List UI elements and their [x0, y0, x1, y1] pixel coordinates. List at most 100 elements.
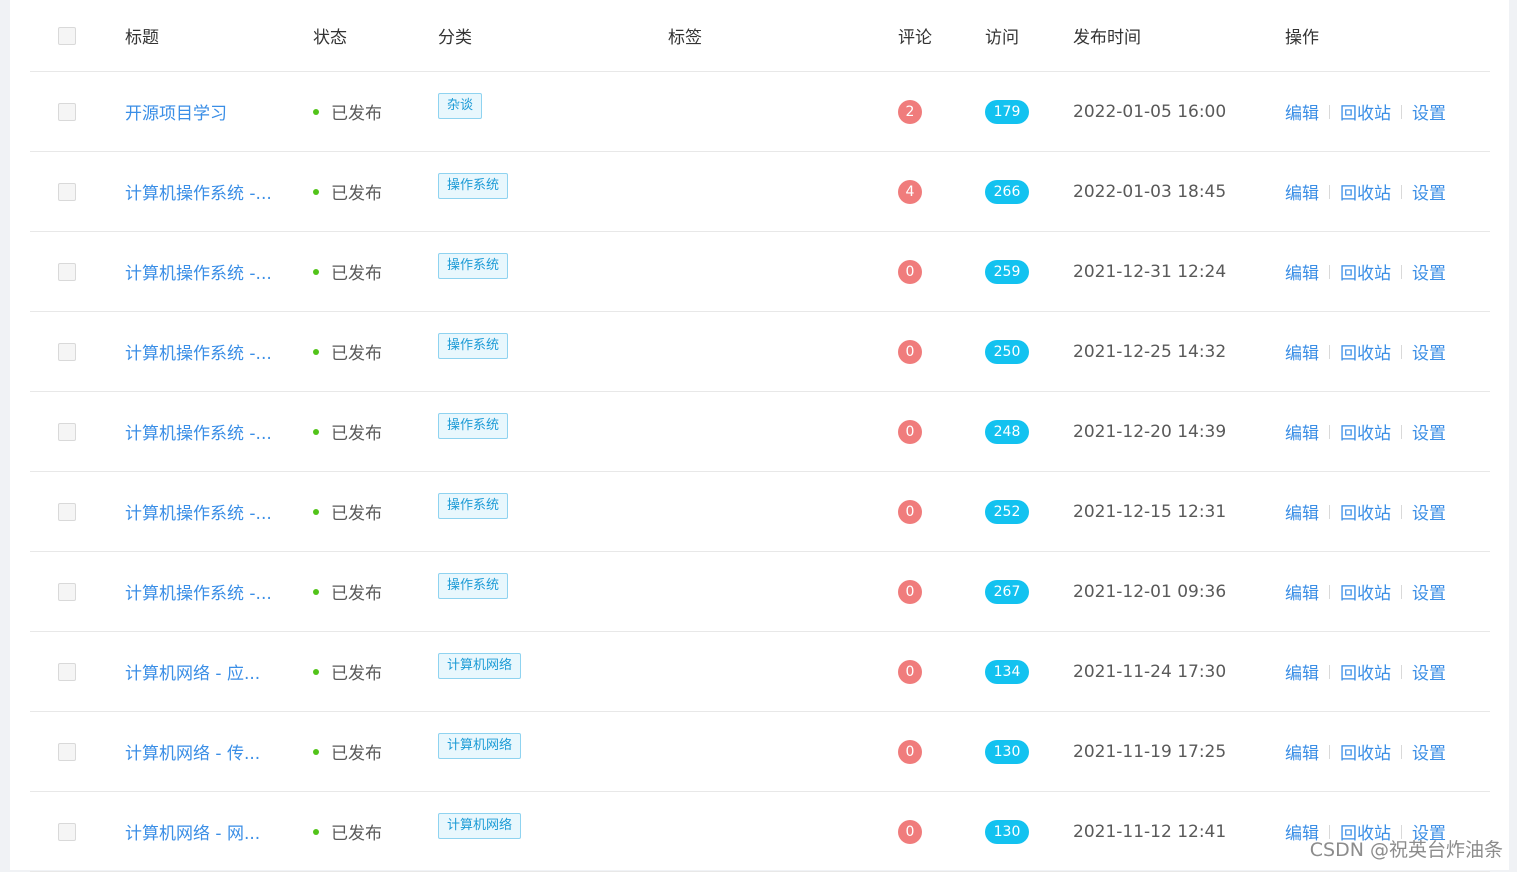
settings-link[interactable]: 设置	[1412, 579, 1446, 604]
recycle-link[interactable]: 回收站	[1340, 659, 1391, 684]
settings-link[interactable]: 设置	[1412, 659, 1446, 684]
header-publish-time: 发布时间	[1073, 28, 1141, 48]
publish-time-cell: 2021-12-31 12:24	[1073, 232, 1226, 311]
edit-link[interactable]: 编辑	[1285, 499, 1319, 524]
row-select-cell	[58, 632, 76, 711]
comment-count-badge: 4	[898, 179, 922, 204]
edit-link[interactable]: 编辑	[1285, 179, 1319, 204]
recycle-link[interactable]: 回收站	[1340, 339, 1391, 364]
settings-link[interactable]: 设置	[1412, 499, 1446, 524]
publish-time-cell: 2022-01-03 18:45	[1073, 152, 1226, 231]
recycle-link[interactable]: 回收站	[1340, 579, 1391, 604]
edit-link[interactable]: 编辑	[1285, 99, 1319, 124]
comments-cell: 0	[898, 312, 922, 391]
publish-time: 2022-01-03 18:45	[1073, 181, 1227, 202]
edit-link[interactable]: 编辑	[1285, 659, 1319, 684]
article-title-link[interactable]: 计算机操作系统 -...	[125, 499, 272, 524]
settings-link[interactable]: 设置	[1412, 739, 1446, 764]
visit-count-badge: 252	[985, 499, 1029, 524]
article-title-link[interactable]: 计算机操作系统 -...	[125, 259, 272, 284]
recycle-link[interactable]: 回收站	[1340, 739, 1391, 764]
row-checkbox[interactable]	[58, 342, 76, 361]
status-text: 已发布	[331, 584, 382, 604]
article-title-link[interactable]: 计算机网络 - 应...	[125, 659, 260, 684]
visit-count-badge: 250	[985, 339, 1029, 364]
row-checkbox[interactable]	[58, 182, 76, 201]
status-dot	[313, 828, 319, 835]
title-cell: 计算机操作系统 -...	[125, 392, 272, 471]
edit-link[interactable]: 编辑	[1285, 339, 1319, 364]
row-checkbox[interactable]	[58, 422, 76, 441]
row-checkbox[interactable]	[58, 262, 76, 281]
status-text: 已发布	[331, 824, 382, 844]
title-cell: 计算机网络 - 网...	[125, 792, 260, 871]
edit-link[interactable]: 编辑	[1285, 579, 1319, 604]
edit-link[interactable]: 编辑	[1285, 739, 1319, 764]
row-select-cell	[58, 392, 76, 471]
edit-link[interactable]: 编辑	[1285, 259, 1319, 284]
status-text: 已发布	[331, 504, 382, 524]
header-actions: 操作	[1285, 28, 1319, 48]
settings-link[interactable]: 设置	[1412, 419, 1446, 444]
category-cell: 操作系统	[438, 472, 509, 551]
recycle-link[interactable]: 回收站	[1340, 259, 1391, 284]
status-cell: 已发布	[313, 152, 382, 231]
visit-count-badge: 130	[985, 739, 1029, 764]
article-title-link[interactable]: 计算机网络 - 传...	[125, 739, 260, 764]
comment-count-badge: 0	[898, 419, 922, 444]
action-divider	[1401, 104, 1402, 119]
recycle-link[interactable]: 回收站	[1340, 99, 1391, 124]
status-dot	[313, 748, 319, 755]
row-checkbox[interactable]	[58, 502, 76, 521]
header-comments: 评论	[898, 28, 932, 48]
comment-count-badge: 0	[898, 259, 922, 284]
row-checkbox[interactable]	[58, 102, 76, 121]
action-divider	[1401, 744, 1402, 759]
article-list-panel: 标题 状态 分类 标签 评论 访问 发布时间 操作 开源项目学习 已发布 杂谈 …	[10, 0, 1509, 872]
actions-cell: 编辑 回收站 设置	[1285, 392, 1446, 471]
settings-link[interactable]: 设置	[1412, 179, 1446, 204]
table-row: 开源项目学习 已发布 杂谈 2 179 2022-01-05 16:00 编辑 …	[30, 72, 1490, 152]
row-checkbox[interactable]	[58, 582, 76, 601]
article-title-link[interactable]: 计算机操作系统 -...	[125, 419, 272, 444]
settings-link[interactable]: 设置	[1412, 339, 1446, 364]
action-divider	[1329, 104, 1330, 119]
comment-count-badge: 0	[898, 819, 922, 844]
recycle-link[interactable]: 回收站	[1340, 499, 1391, 524]
action-divider	[1401, 184, 1402, 199]
article-title-link[interactable]: 开源项目学习	[125, 99, 227, 124]
table-row: 计算机网络 - 应... 已发布 计算机网络 0 134 2021-11-24 …	[30, 632, 1490, 712]
article-title-link[interactable]: 计算机操作系统 -...	[125, 179, 272, 204]
settings-link[interactable]: 设置	[1412, 259, 1446, 284]
table-row: 计算机操作系统 -... 已发布 操作系统 0 252 2021-12-15 1…	[30, 472, 1490, 552]
table-row: 计算机操作系统 -... 已发布 操作系统 0 248 2021-12-20 1…	[30, 392, 1490, 472]
comment-count-badge: 0	[898, 659, 922, 684]
actions-cell: 编辑 回收站 设置	[1285, 232, 1446, 311]
row-checkbox[interactable]	[58, 822, 76, 841]
row-checkbox[interactable]	[58, 742, 76, 761]
publish-time: 2021-12-20 14:39	[1073, 421, 1227, 442]
row-checkbox[interactable]	[58, 662, 76, 681]
article-title-link[interactable]: 计算机操作系统 -...	[125, 579, 272, 604]
visit-count-badge: 266	[985, 179, 1029, 204]
action-divider	[1329, 664, 1330, 679]
select-all-checkbox[interactable]	[58, 26, 76, 45]
edit-link[interactable]: 编辑	[1285, 419, 1319, 444]
action-divider	[1329, 504, 1330, 519]
publish-time: 2021-12-25 14:32	[1073, 341, 1227, 362]
row-select-cell	[58, 152, 76, 231]
category-tag: 操作系统	[438, 493, 509, 519]
settings-link[interactable]: 设置	[1412, 99, 1446, 124]
select-all-cell	[58, 0, 76, 71]
status-text: 已发布	[331, 344, 382, 364]
title-cell: 开源项目学习	[125, 72, 227, 151]
recycle-link[interactable]: 回收站	[1340, 179, 1391, 204]
row-select-cell	[58, 792, 76, 871]
header-tags: 标签	[668, 28, 702, 48]
status-cell: 已发布	[313, 232, 382, 311]
comments-cell: 0	[898, 712, 922, 791]
article-title-link[interactable]: 计算机网络 - 网...	[125, 819, 260, 844]
recycle-link[interactable]: 回收站	[1340, 419, 1391, 444]
article-title-link[interactable]: 计算机操作系统 -...	[125, 339, 272, 364]
comment-count-badge: 0	[898, 739, 922, 764]
